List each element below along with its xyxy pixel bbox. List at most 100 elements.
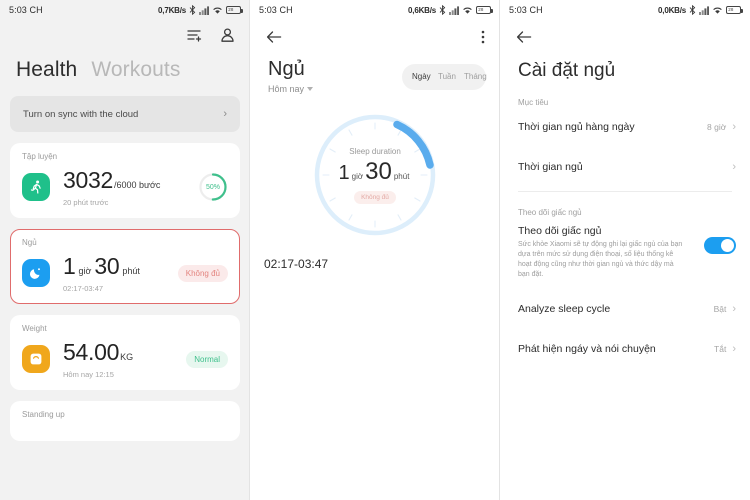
row-sleep-tracking-title: Theo dõi giấc ngủ: [518, 225, 602, 237]
row-snore-talk-detection-value: Tắt: [714, 343, 727, 354]
weight-timestamp: Hôm nay 12:15: [63, 370, 114, 379]
sleep-clock-wrap: Sleep duration 1 giờ 30 phút Không đủ: [250, 110, 500, 240]
sleep-page-title: Ngủ: [268, 58, 305, 80]
date-selector[interactable]: Hôm nay: [268, 84, 314, 94]
chevron-right-icon: ›: [732, 342, 736, 355]
back-arrow-icon[interactable]: [515, 29, 533, 45]
network-speed: 0,7KB/s: [158, 5, 186, 15]
row-analyze-sleep-cycle-title: Analyze sleep cycle: [518, 302, 611, 315]
sleep-clock-hours-unit: giờ: [351, 171, 364, 181]
sleep-duration-label: Sleep duration: [349, 146, 401, 156]
sleep-minutes-value: 30: [94, 253, 120, 279]
workout-timestamp: 20 phút trước: [63, 198, 109, 207]
row-snore-talk-detection[interactable]: Phát hiện ngáy và nói chuyện Tắt ›: [500, 329, 750, 369]
card-weight-label: Weight: [22, 324, 47, 333]
sleep-clock-badge: Không đủ: [354, 190, 396, 204]
bluetooth-icon: [439, 5, 446, 15]
chevron-right-icon: ›: [223, 108, 227, 120]
date-selector-label: Hôm nay: [268, 84, 305, 94]
row-snore-talk-detection-title: Phát hiện ngáy và nói chuyện: [518, 342, 656, 355]
battery-icon: 28: [226, 6, 243, 14]
card-workout[interactable]: Tập luyện 3032 /6000 bước 20 phút trước: [10, 143, 240, 218]
section-goal-label: Mục tiêu: [518, 98, 549, 107]
cellular-signal-icon: [449, 5, 459, 15]
sync-cloud-label: Turn on sync with the cloud: [23, 108, 139, 120]
wifi-icon: [713, 7, 722, 14]
battery-level: 28: [728, 6, 734, 13]
chevron-right-icon: ›: [732, 161, 736, 173]
sleep-clock-hours: 1: [338, 161, 350, 184]
row-sleep-tracking-description: Sức khỏe Xiaomi sẽ tự động ghi lại giấc …: [518, 241, 683, 279]
sleep-time-range: 02:17-03:47: [63, 284, 104, 293]
back-arrow-icon[interactable]: [265, 29, 283, 45]
row-sleep-time[interactable]: Thời gian ngủ ›: [500, 147, 750, 187]
sleep-tracking-toggle[interactable]: [704, 237, 736, 254]
status-time: 5:03 CH: [509, 5, 543, 15]
weight-scale-icon: [22, 345, 50, 373]
battery-icon: 28: [726, 6, 743, 14]
cellular-signal-icon: [699, 5, 709, 15]
sleep-hours-value: 1: [63, 253, 76, 279]
workout-steps-value: 3032: [63, 167, 113, 193]
card-workout-label: Tập luyện: [22, 152, 58, 161]
sleep-time-range-detail: 02:17-03:47: [264, 257, 329, 271]
card-sleep-label: Ngủ: [22, 238, 37, 247]
sleep-header: Ngủ Hôm nay Ngày Tuần Tháng: [250, 54, 500, 94]
sleep-status-badge: Không đủ: [177, 264, 228, 282]
row-daily-sleep-duration-title: Thời gian ngủ hàng ngày: [518, 121, 635, 133]
settings-page-title: Cài đặt ngủ: [518, 60, 616, 81]
chevron-right-icon: ›: [732, 302, 736, 315]
tab-workouts[interactable]: Workouts: [91, 58, 180, 82]
row-analyze-sleep-cycle-value: Bật: [713, 303, 727, 314]
sync-cloud-banner[interactable]: Turn on sync with the cloud ›: [10, 96, 240, 132]
running-icon: [22, 173, 50, 201]
wifi-icon: [213, 7, 222, 14]
battery-level: 28: [478, 6, 484, 13]
workout-progress-ring: 50%: [198, 172, 228, 202]
three-phone-screenshots: 5:03 CH 0,7KB/s 28 Health Workouts Turn …: [0, 0, 750, 500]
nav-bar-2: [250, 20, 500, 54]
account-icon[interactable]: [219, 27, 236, 44]
period-segmented-control[interactable]: Ngày Tuần Tháng: [402, 64, 487, 90]
bluetooth-icon: [189, 5, 196, 15]
sleep-minutes-unit: phút: [122, 266, 140, 276]
tab-health[interactable]: Health: [16, 58, 77, 82]
card-standing-up-label: Standing up: [22, 410, 65, 419]
row-sleep-tracking[interactable]: Theo dõi giấc ngủ Sức khỏe Xiaomi sẽ tự …: [500, 217, 750, 287]
sleep-clock: Sleep duration 1 giờ 30 phút Không đủ: [310, 110, 440, 240]
bluetooth-icon: [689, 5, 696, 15]
status-time: 5:03 CH: [259, 5, 293, 15]
sleep-clock-minutes: 30: [365, 157, 392, 185]
segment-month[interactable]: Tháng: [457, 72, 487, 81]
workout-progress-percent: 50%: [205, 183, 220, 191]
card-sleep[interactable]: Ngủ 1 giờ 30 phút 02:17-03:47 Không đủ: [10, 229, 240, 304]
sleep-hours-unit: giờ: [78, 266, 92, 276]
row-daily-sleep-duration[interactable]: Thời gian ngủ hàng ngày 8 giờ ›: [500, 107, 750, 147]
nav-bar-3: [500, 20, 750, 54]
cellular-signal-icon: [199, 5, 209, 15]
top-actions-bar: [0, 20, 250, 50]
status-bar-1: 5:03 CH 0,7KB/s 28: [0, 0, 250, 20]
status-bar-3: 5:03 CH 0,0KB/s 28: [500, 0, 750, 20]
list-add-icon[interactable]: [186, 27, 203, 44]
network-speed: 0,0KB/s: [658, 5, 686, 15]
more-options-icon[interactable]: [481, 29, 485, 45]
workout-steps-unit: /6000 bước: [113, 180, 161, 190]
toggle-knob: [721, 239, 734, 252]
sleep-moon-icon: [22, 259, 50, 287]
section-tracking-label: Theo dõi giấc ngủ: [518, 208, 582, 217]
row-daily-sleep-duration-value: 8 giờ: [707, 122, 727, 132]
network-speed: 0,6KB/s: [408, 5, 436, 15]
wifi-icon: [463, 7, 472, 14]
battery-level: 28: [228, 6, 234, 13]
card-standing-up[interactable]: Standing up: [10, 401, 240, 441]
weight-unit: KG: [120, 352, 134, 362]
row-analyze-sleep-cycle[interactable]: Analyze sleep cycle Bật ›: [500, 287, 750, 329]
chevron-right-icon: ›: [732, 121, 736, 133]
status-time: 5:03 CH: [9, 5, 43, 15]
page-title-group: Health Workouts: [0, 50, 250, 96]
screen-health-home: 5:03 CH 0,7KB/s 28 Health Workouts Turn …: [0, 0, 250, 500]
segment-week[interactable]: Tuần: [431, 72, 457, 81]
segment-day[interactable]: Ngày: [405, 72, 431, 81]
card-weight[interactable]: Weight 54.00 KG Hôm nay 12:15 Normal: [10, 315, 240, 390]
